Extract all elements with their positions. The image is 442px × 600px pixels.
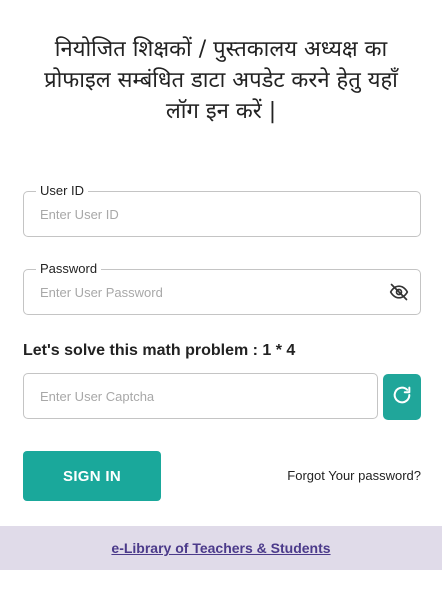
refresh-icon: [391, 384, 413, 411]
footer-bar: e-Library of Teachers & Students: [0, 526, 442, 570]
heading-line-3: लॉग इन करें |: [165, 99, 277, 124]
password-input[interactable]: [40, 270, 370, 314]
captcha-field: [23, 373, 378, 419]
heading-line-1: नियोजित शिक्षकों / पुस्तकालय अध्यक्ष का: [54, 37, 388, 62]
e-library-link[interactable]: e-Library of Teachers & Students: [111, 540, 330, 556]
sign-in-button[interactable]: SIGN IN: [23, 451, 161, 501]
page-heading: नियोजित शिक्षकों / पुस्तकालय अध्यक्ष का …: [20, 34, 422, 127]
eye-off-icon[interactable]: [389, 282, 409, 302]
captcha-input[interactable]: [40, 374, 360, 418]
password-field: Password: [23, 261, 421, 315]
refresh-captcha-button[interactable]: [383, 374, 421, 420]
user-id-field: User ID: [23, 183, 421, 237]
captcha-prompt: Let's solve this math problem : 1 * 4: [23, 342, 296, 359]
heading-line-2: प्रोफाइल सम्बंधित डाटा अपडेट करने हेतु य…: [44, 68, 398, 93]
forgot-password-link[interactable]: Forgot Your password?: [287, 468, 421, 483]
user-id-input[interactable]: [40, 192, 370, 236]
